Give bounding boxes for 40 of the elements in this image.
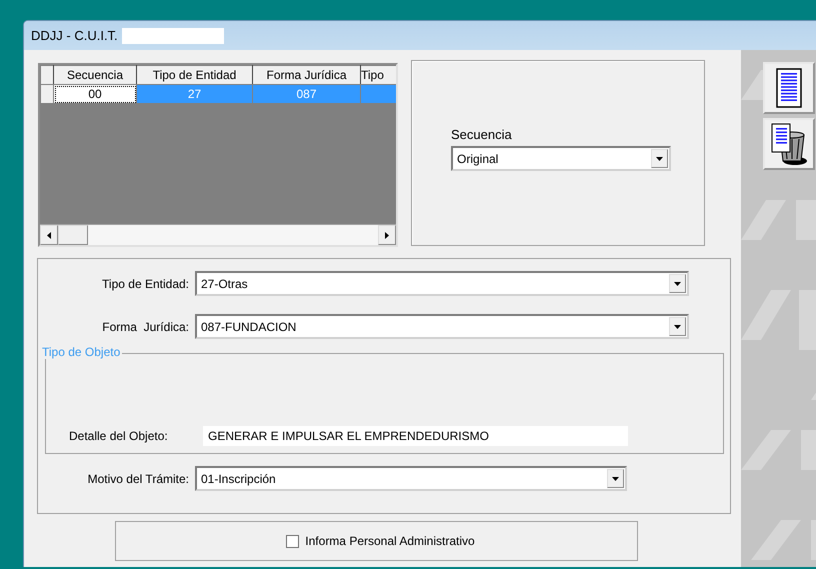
dropdown-button[interactable] [669,274,686,293]
dropdown[interactable]: 27-Otras [195,271,689,296]
dropdown[interactable]: 087-FUNDACION [195,314,689,339]
table-cell[interactable]: 00 [54,84,136,104]
row-header [40,84,54,104]
field-label: Motivo del Trámite: [86,472,190,486]
left-arrow-icon [47,232,51,238]
dropdown-button[interactable] [651,149,668,168]
column-header[interactable]: Tipo [360,66,396,84]
scroll-right-button[interactable] [378,225,396,245]
column-header[interactable]: Forma Jurídica [252,66,360,84]
window-title: DDJJ - C.U.I.T. [31,28,118,43]
scroll-left-button[interactable] [40,225,58,245]
sequence-label: Secuencia [451,127,513,142]
text-field[interactable]: GENERAR E IMPULSAR EL EMPRENDEDURISMO [203,426,628,446]
caret-icon [674,282,681,286]
dropdown-button[interactable] [607,469,624,488]
horizontal-scrollbar[interactable] [40,224,396,245]
document-button[interactable] [763,62,815,114]
trash-document-icon [771,123,807,165]
dropdown-button[interactable] [669,317,686,336]
right-arrow-icon [385,232,389,238]
caret-icon [674,324,681,328]
dropdown[interactable]: 01-Inscripción [195,466,627,491]
table-row[interactable]: 00 27 087 [40,84,396,104]
caret-icon [656,156,663,160]
field-label: Forma Jurídica: [101,320,190,334]
delete-button[interactable] [763,118,815,170]
document-icon [776,68,802,108]
group-legend: Tipo de Objeto [42,345,122,359]
caret-icon [612,476,619,480]
field-label: Detalle del Objeto: [69,429,169,443]
row-header [40,66,54,84]
column-header[interactable]: Secuencia [54,66,136,84]
scroll-thumb[interactable] [58,225,88,245]
column-header[interactable]: Tipo de Entidad [136,66,252,84]
checkbox[interactable] [286,534,300,548]
field-label: Tipo de Entidad: [101,276,190,290]
dropdown[interactable]: Original [451,146,671,171]
checkbox-label: Informa Personal Administrativo [305,534,475,548]
